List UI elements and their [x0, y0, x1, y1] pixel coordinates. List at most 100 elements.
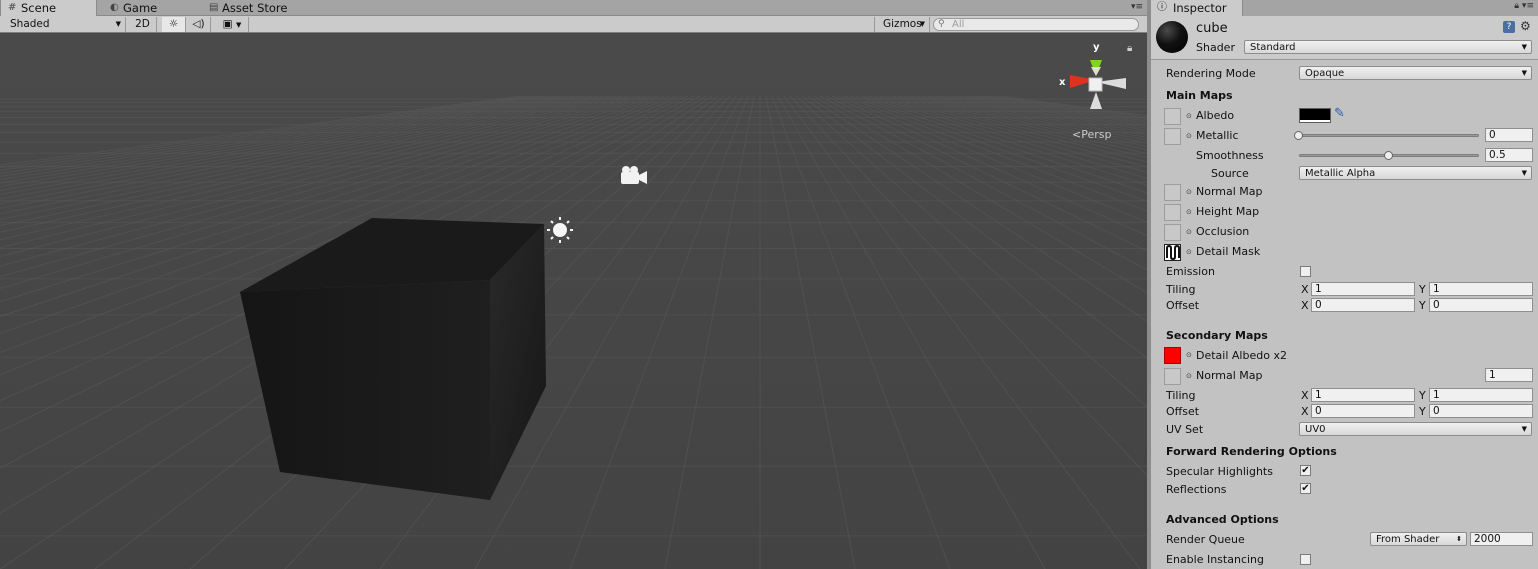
specular-highlights-label: Specular Highlights: [1166, 465, 1273, 478]
secondary-tiling-x-axis-label: X: [1301, 389, 1309, 402]
render-queue-label: Render Queue: [1166, 533, 1245, 546]
object-picker-icon[interactable]: ⊙: [1186, 372, 1192, 380]
normal-map-slot[interactable]: [1164, 184, 1181, 201]
scene-search-input[interactable]: ⚲ All: [933, 18, 1139, 31]
object-picker-icon[interactable]: ⊙: [1186, 132, 1192, 140]
checkmark-icon: ✔: [1301, 465, 1310, 476]
offset-x-field[interactable]: 0: [1311, 298, 1415, 312]
gear-icon[interactable]: ⚙: [1520, 19, 1531, 33]
smoothness-value-field[interactable]: 0.5: [1485, 148, 1533, 162]
search-icon: ⚲: [938, 19, 945, 29]
projection-toggle[interactable]: <Persp: [1072, 128, 1111, 141]
source-value: Metallic Alpha: [1305, 168, 1376, 179]
metallic-slider[interactable]: [1299, 134, 1479, 137]
grid-icon: #: [8, 2, 17, 13]
offset-y-field[interactable]: 0: [1429, 298, 1533, 312]
albedo-label: Albedo: [1196, 109, 1235, 122]
specular-highlights-checkbox[interactable]: ✔: [1300, 465, 1311, 476]
checkmark-icon: ✔: [1301, 483, 1310, 494]
height-map-slot[interactable]: [1164, 204, 1181, 221]
object-picker-icon[interactable]: ⊙: [1186, 228, 1192, 236]
secondary-tiling-label: Tiling: [1166, 389, 1196, 402]
search-placeholder: All: [952, 19, 965, 30]
scene-viewport[interactable]: y x <Persp 🔒︎: [0, 34, 1147, 569]
tab-inspector[interactable]: ⓘ Inspector: [1151, 0, 1243, 16]
tiling-y-field[interactable]: 1: [1429, 282, 1533, 296]
shader-value: Standard: [1250, 42, 1296, 53]
gizmos-dropdown[interactable]: Gizmos ▼: [874, 17, 930, 32]
tab-asset-store-label: Asset Store: [222, 1, 288, 15]
shader-dropdown[interactable]: Standard ▼: [1244, 40, 1532, 54]
occlusion-slot[interactable]: [1164, 224, 1181, 241]
source-label: Source: [1211, 167, 1249, 180]
object-picker-icon[interactable]: ⊙: [1186, 208, 1192, 216]
secondary-tiling-x-field[interactable]: 1: [1311, 388, 1415, 402]
secondary-offset-x-field[interactable]: 0: [1311, 404, 1415, 418]
draw-mode-dropdown[interactable]: Shaded ▼: [2, 17, 126, 32]
smoothness-label: Smoothness: [1196, 149, 1264, 162]
render-queue-mode: From Shader: [1376, 534, 1440, 545]
toggle-2d-label: 2D: [135, 18, 150, 30]
tab-scene[interactable]: # Scene: [0, 0, 97, 16]
secondary-normal-scale-field[interactable]: 1: [1485, 368, 1533, 382]
object-picker-icon[interactable]: ⊙: [1186, 188, 1192, 196]
object-picker-icon[interactable]: ⊙: [1186, 351, 1192, 359]
lighting-toggle-button[interactable]: ☼: [162, 17, 186, 32]
info-icon: ⓘ: [1157, 2, 1167, 13]
albedo-color-swatch[interactable]: [1299, 108, 1331, 123]
detail-mask-slot[interactable]: [1164, 244, 1181, 261]
panel-menu-icon[interactable]: ▾≡: [1131, 2, 1143, 12]
caret-down-icon: ▼: [1521, 69, 1527, 77]
caret-down-icon: ▼: [1521, 425, 1527, 433]
secondary-offset-y-field[interactable]: 0: [1429, 404, 1533, 418]
render-queue-dropdown[interactable]: From Shader ⬍: [1370, 532, 1467, 546]
caret-down-icon: ▼: [1521, 43, 1527, 51]
eyedropper-icon[interactable]: ✎: [1334, 106, 1345, 121]
offset-x-axis-label: X: [1301, 299, 1309, 312]
tab-game[interactable]: ◐ Game: [103, 0, 198, 16]
effects-dropdown[interactable]: ▣ ▼: [216, 17, 249, 32]
detail-albedo-slot[interactable]: [1164, 347, 1181, 364]
smoothness-source-dropdown[interactable]: Metallic Alpha ▼: [1299, 166, 1532, 180]
secondary-tiling-y-field[interactable]: 1: [1429, 388, 1533, 402]
offset-label: Offset: [1166, 299, 1200, 312]
speaker-icon: ◁): [192, 18, 205, 30]
inspector-menu-icon[interactable]: 🔒︎ ▾≡: [1514, 1, 1534, 11]
emission-checkbox[interactable]: [1300, 266, 1311, 277]
help-book-icon[interactable]: ?: [1503, 21, 1515, 33]
enable-instancing-checkbox[interactable]: [1300, 554, 1311, 565]
uv-set-dropdown[interactable]: UV0 ▼: [1299, 422, 1532, 436]
object-picker-icon[interactable]: ⊙: [1186, 248, 1192, 256]
alpha-bar: [1300, 120, 1330, 122]
lock-icon[interactable]: 🔒︎: [1127, 43, 1132, 54]
projection-label: Persp: [1081, 128, 1112, 141]
rendering-mode-value: Opaque: [1305, 68, 1345, 79]
metallic-texture-slot[interactable]: [1164, 128, 1181, 145]
caret-down-icon: ▼: [115, 20, 121, 28]
tiling-x-field[interactable]: 1: [1311, 282, 1415, 296]
advanced-options-header: Advanced Options: [1166, 513, 1279, 526]
scene-toolbar: Shaded ▼ 2D ☼ ◁) ▣ ▼ Gizmos ▼ ⚲ All: [0, 16, 1147, 33]
rendering-mode-label: Rendering Mode: [1166, 67, 1256, 80]
material-header: cube Shader Standard ▼ ? ⚙: [1151, 16, 1538, 60]
metallic-slider-thumb[interactable]: [1294, 131, 1303, 140]
object-picker-icon[interactable]: ⊙: [1186, 112, 1192, 120]
pacman-icon: ◐: [110, 2, 119, 13]
tab-asset-store[interactable]: ▤ Asset Store: [202, 0, 312, 16]
audio-toggle-button[interactable]: ◁): [187, 17, 211, 32]
smoothness-slider-thumb[interactable]: [1384, 151, 1393, 160]
sun-icon: ☼: [168, 18, 179, 30]
render-queue-value-field[interactable]: 2000: [1470, 532, 1533, 546]
secondary-normal-map-slot[interactable]: [1164, 368, 1181, 385]
tiling-x-axis-label: X: [1301, 283, 1309, 296]
metallic-value-field[interactable]: 0: [1485, 128, 1533, 142]
detail-albedo-label: Detail Albedo x2: [1196, 349, 1287, 362]
normal-map-label: Normal Map: [1196, 185, 1263, 198]
toggle-2d-button[interactable]: 2D: [129, 17, 157, 32]
emission-label: Emission: [1166, 265, 1215, 278]
reflections-checkbox[interactable]: ✔: [1300, 483, 1311, 494]
secondary-tiling-y-axis-label: Y: [1419, 389, 1426, 402]
rendering-mode-dropdown[interactable]: Opaque ▼: [1299, 66, 1532, 80]
secondary-offset-y-axis-label: Y: [1419, 405, 1426, 418]
albedo-texture-slot[interactable]: [1164, 108, 1181, 125]
